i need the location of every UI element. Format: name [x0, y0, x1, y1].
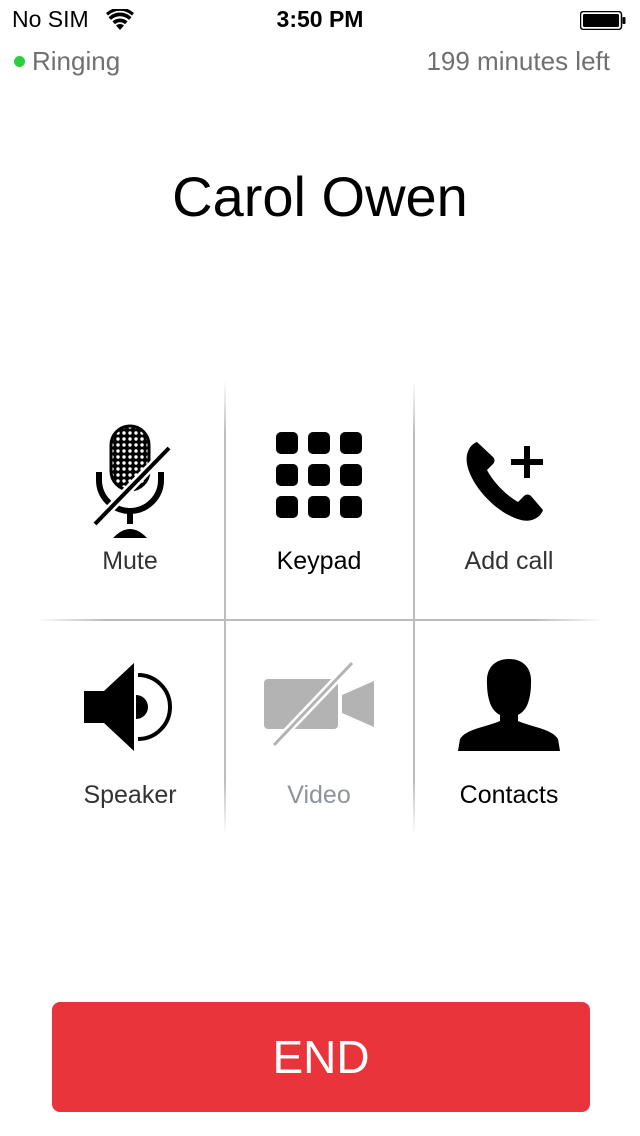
contact-silhouette-icon: [415, 657, 603, 777]
contacts-label: Contacts: [459, 781, 559, 809]
contacts-button[interactable]: Contacts: [415, 621, 603, 835]
call-status-text: Ringing: [32, 45, 121, 76]
video-button[interactable]: Video: [225, 621, 413, 835]
phone-add-icon: [415, 436, 603, 556]
call-status: Ringing: [14, 46, 120, 76]
minutes-left: 199 minutes left: [426, 46, 610, 76]
status-bar: No SIM 3:50 PM: [0, 0, 640, 40]
speaker-button[interactable]: Speaker: [36, 621, 224, 835]
call-controls-grid: Mute Keypad Add call Speaker Video Conta…: [36, 380, 604, 835]
keypad-button[interactable]: Keypad: [225, 380, 413, 619]
mute-button[interactable]: Mute: [36, 380, 224, 619]
status-indicator-dot: [14, 55, 25, 67]
add-call-button[interactable]: Add call: [415, 380, 603, 619]
contact-name: Carol Owen: [172, 165, 468, 228]
end-call-button[interactable]: END: [52, 1002, 590, 1112]
keypad-label: Keypad: [276, 547, 362, 575]
mute-label: Mute: [102, 547, 158, 575]
video-label: Video: [287, 781, 351, 809]
keypad-icon: [225, 432, 413, 552]
microphone-muted-icon: [36, 424, 224, 544]
speaker-label: Speaker: [83, 781, 177, 809]
add-call-label: Add call: [464, 547, 554, 575]
battery-icon: [579, 10, 626, 31]
video-off-icon: [225, 661, 413, 781]
speaker-icon: [36, 661, 224, 781]
clock: 3:50 PM: [276, 6, 364, 32]
